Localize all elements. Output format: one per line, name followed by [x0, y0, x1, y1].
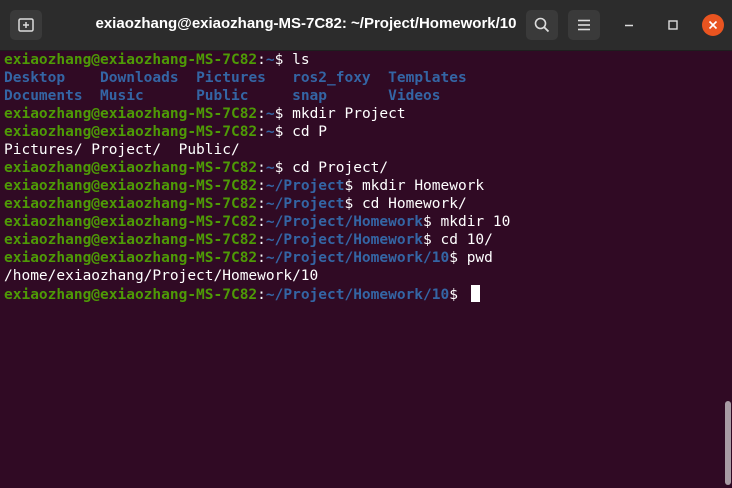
terminal-line: Pictures/ Project/ Public/ — [4, 141, 722, 159]
terminal-line: exiaozhang@exiaozhang-MS-7C82:~/Project$… — [4, 177, 722, 195]
hamburger-menu-icon — [578, 19, 590, 31]
ls-directory-entry: Downloads — [100, 70, 197, 86]
ls-directory-entry: Pictures — [196, 70, 293, 86]
terminal-line: exiaozhang@exiaozhang-MS-7C82:~$ mkdir P… — [4, 105, 722, 123]
prompt-symbol: $ — [423, 232, 432, 248]
prompt-symbol: $ — [344, 196, 354, 212]
output-text: Pictures/ Project/ Public/ — [4, 142, 240, 158]
minimize-button[interactable] — [618, 14, 640, 36]
prompt-path: ~ — [265, 160, 275, 176]
ls-directory-entry: Videos — [388, 88, 441, 104]
prompt-symbol: $ — [449, 250, 458, 266]
prompt-user-host: exiaozhang@exiaozhang-MS-7C82 — [4, 232, 258, 248]
terminal-line: exiaozhang@exiaozhang-MS-7C82:~/Project$… — [4, 195, 722, 213]
prompt-path: ~/Project — [265, 196, 345, 212]
prompt-separator: : — [257, 232, 266, 248]
title-bar[interactable]: exiaozhang@exiaozhang-MS-7C82: ~/Project… — [0, 0, 732, 51]
command-text: cd 10/ — [431, 232, 493, 248]
ls-directory-entry: snap — [292, 88, 389, 104]
prompt-path: ~ — [265, 106, 275, 122]
prompt-separator: : — [257, 196, 266, 212]
terminal-line: Desktop Downloads Pictures ros2_foxy Tem… — [4, 69, 722, 87]
command-text: mkdir 10 — [431, 214, 511, 230]
prompt-separator: : — [257, 160, 266, 176]
prompt-separator: : — [257, 124, 266, 140]
prompt-path: ~/Project/Homework/10 — [265, 250, 450, 266]
prompt-path: ~/Project/Homework/10 — [265, 287, 450, 303]
ls-directory-entry: Templates — [388, 70, 467, 86]
terminal-line: exiaozhang@exiaozhang-MS-7C82:~/Project/… — [4, 249, 722, 267]
text-cursor — [470, 285, 480, 302]
prompt-user-host: exiaozhang@exiaozhang-MS-7C82 — [4, 178, 258, 194]
command-text — [458, 287, 467, 303]
prompt-user-host: exiaozhang@exiaozhang-MS-7C82 — [4, 106, 258, 122]
menu-button[interactable] — [568, 10, 600, 40]
terminal-line: exiaozhang@exiaozhang-MS-7C82:~$ cd Proj… — [4, 159, 722, 177]
ls-directory-entry: ros2_foxy — [292, 70, 389, 86]
ls-directory-entry: Public — [196, 88, 293, 104]
prompt-user-host: exiaozhang@exiaozhang-MS-7C82 — [4, 287, 258, 303]
new-tab-button[interactable] — [10, 10, 42, 40]
maximize-icon — [668, 20, 678, 30]
prompt-symbol: $ — [449, 287, 458, 303]
prompt-separator: : — [257, 214, 266, 230]
ls-directory-entry: Desktop — [4, 70, 101, 86]
command-text: mkdir Project — [283, 106, 406, 122]
prompt-path: ~/Project/Homework — [265, 232, 424, 248]
search-button[interactable] — [526, 10, 558, 40]
command-text: mkdir Homework — [353, 178, 485, 194]
close-button[interactable] — [702, 14, 724, 36]
terminal-line: Documents Music Public snap Videos — [4, 87, 722, 105]
command-text: cd Project/ — [283, 160, 389, 176]
output-text: /home/exiaozhang/Project/Homework/10 — [4, 268, 319, 284]
prompt-separator: : — [257, 250, 266, 266]
prompt-user-host: exiaozhang@exiaozhang-MS-7C82 — [4, 196, 258, 212]
scrollbar[interactable] — [723, 51, 732, 488]
terminal-output[interactable]: exiaozhang@exiaozhang-MS-7C82:~$ ls Deskt… — [0, 51, 722, 488]
prompt-separator: : — [257, 178, 266, 194]
terminal-line: exiaozhang@exiaozhang-MS-7C82:~$ ls — [4, 51, 722, 69]
prompt-path: ~/Project/Homework — [265, 214, 424, 230]
scrollbar-thumb[interactable] — [725, 401, 731, 485]
prompt-symbol: $ — [344, 178, 354, 194]
command-text: ls — [283, 52, 310, 68]
prompt-separator: : — [257, 287, 266, 303]
terminal-line: /home/exiaozhang/Project/Homework/10 — [4, 267, 722, 285]
terminal-window: exiaozhang@exiaozhang-MS-7C82: ~/Project… — [0, 0, 732, 488]
terminal-line: exiaozhang@exiaozhang-MS-7C82:~/Project/… — [4, 213, 722, 231]
prompt-separator: : — [257, 52, 266, 68]
terminal-line: exiaozhang@exiaozhang-MS-7C82:~/Project/… — [4, 285, 722, 303]
terminal-line: exiaozhang@exiaozhang-MS-7C82:~$ cd P — [4, 123, 722, 141]
prompt-user-host: exiaozhang@exiaozhang-MS-7C82 — [4, 214, 258, 230]
prompt-user-host: exiaozhang@exiaozhang-MS-7C82 — [4, 52, 258, 68]
prompt-path: ~ — [265, 124, 275, 140]
search-icon — [534, 17, 550, 33]
terminal-line: exiaozhang@exiaozhang-MS-7C82:~/Project/… — [4, 231, 722, 249]
prompt-separator: : — [257, 106, 266, 122]
prompt-user-host: exiaozhang@exiaozhang-MS-7C82 — [4, 160, 258, 176]
prompt-path: ~ — [265, 52, 275, 68]
command-text: pwd — [457, 250, 493, 266]
prompt-symbol: $ — [423, 214, 432, 230]
new-tab-icon — [18, 18, 34, 32]
prompt-user-host: exiaozhang@exiaozhang-MS-7C82 — [4, 250, 258, 266]
minimize-icon — [625, 24, 633, 27]
close-icon — [708, 20, 718, 30]
maximize-button[interactable] — [662, 14, 684, 36]
ls-directory-entry: Documents — [4, 88, 101, 104]
window-title: exiaozhang@exiaozhang-MS-7C82: ~/Project… — [95, 15, 517, 32]
command-text: cd P — [283, 124, 328, 140]
prompt-path: ~/Project — [265, 178, 345, 194]
prompt-user-host: exiaozhang@exiaozhang-MS-7C82 — [4, 124, 258, 140]
command-text: cd Homework/ — [353, 196, 467, 212]
ls-directory-entry: Music — [100, 88, 197, 104]
